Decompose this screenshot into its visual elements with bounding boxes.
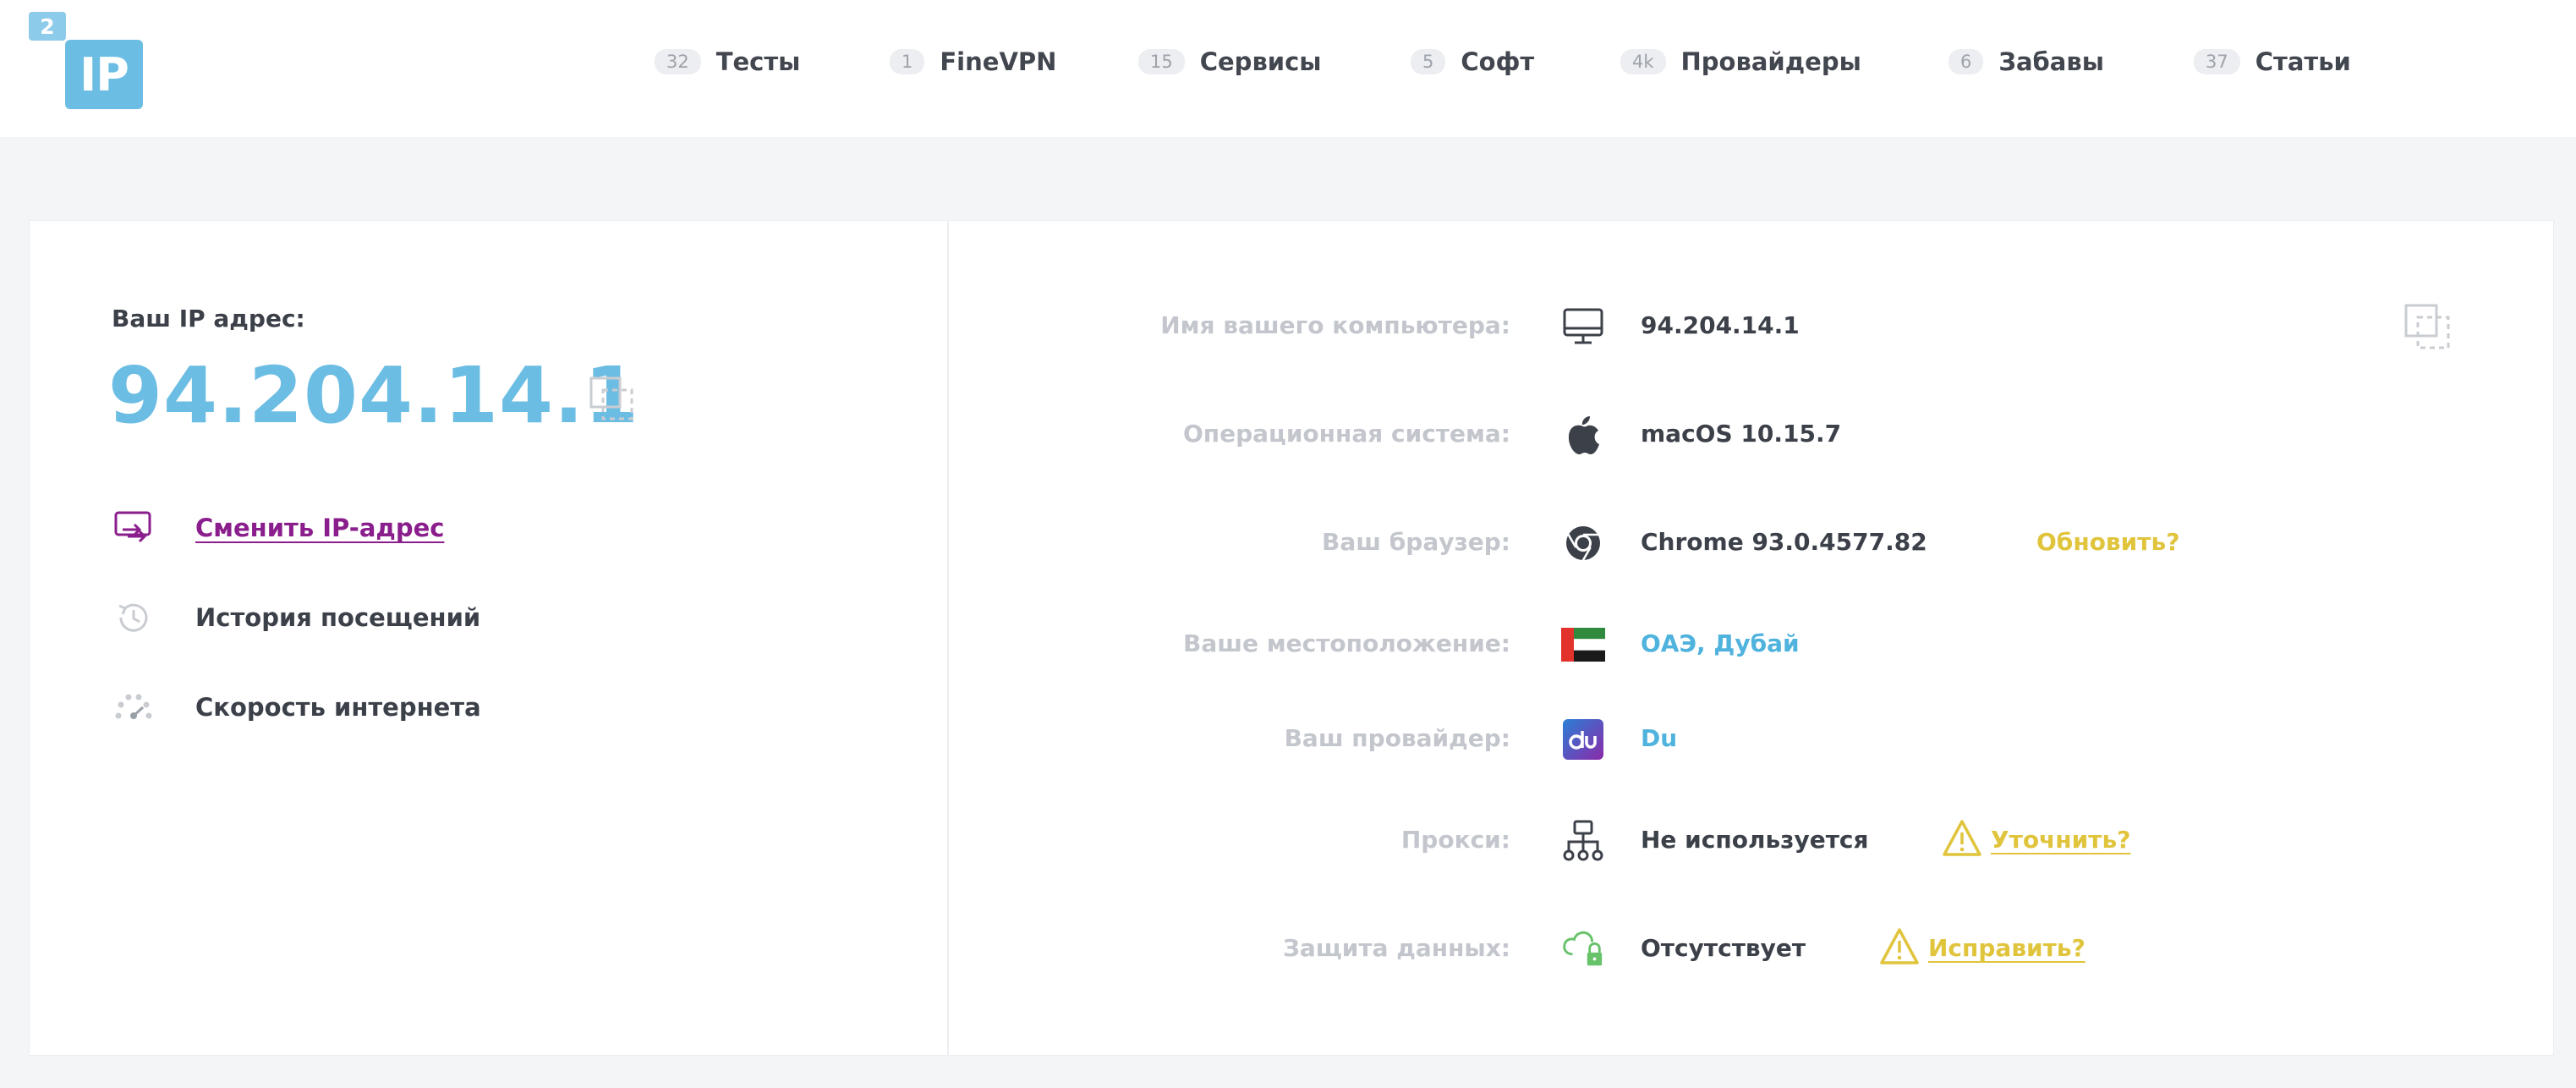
update-browser-link[interactable]: Обновить? — [2036, 528, 2179, 556]
os-value: macOS 10.15.7 — [1641, 420, 1842, 448]
nav-count: 1 — [890, 49, 925, 74]
warning-icon — [1942, 819, 1982, 860]
switch-ip-icon — [112, 506, 156, 550]
proxy-value: Не используется — [1641, 826, 1869, 854]
os-row: Операционная система: macOS 10.15.7 — [949, 409, 2554, 460]
computer-name-row: Имя вашего компьютера: 94.204.14.1 — [949, 301, 2554, 352]
computer-name-label: Имя вашего компьютера: — [1160, 311, 1510, 339]
nav-label: FineVPN — [940, 47, 1057, 76]
browser-value: Chrome 93.0.4577.82 — [1641, 528, 1927, 556]
location-value[interactable]: ОАЭ, Дубай — [1641, 629, 1800, 657]
nav-label: Тесты — [715, 47, 801, 76]
nav-count: 5 — [1411, 49, 1446, 74]
fix-protection-link[interactable]: Исправить? — [1928, 934, 2085, 962]
nav-count: 4k — [1620, 49, 1666, 74]
ip-address-value[interactable]: 94.204.14.1 — [108, 354, 639, 438]
cloud-lock-icon — [1561, 927, 1605, 971]
nav-count: 6 — [1948, 49, 1984, 74]
provider-label: Ваш провайдер: — [1284, 724, 1510, 752]
nav-item-providers[interactable]: 4k Провайдеры — [1620, 47, 1861, 76]
main-nav: 32 Тесты 1 FineVPN 15 Сервисы 5 Софт 4k … — [0, 0, 2576, 137]
nav-count: 37 — [2194, 49, 2240, 74]
provider-row: Ваш провайдер: Du — [949, 714, 2554, 765]
location-row: Ваше местоположение: ОАЭ, Дубай — [949, 619, 2554, 670]
chrome-icon — [1561, 521, 1605, 565]
history-icon — [112, 596, 156, 640]
nav-item-software[interactable]: 5 Софт — [1411, 47, 1534, 76]
provider-value[interactable]: Du — [1641, 724, 1677, 752]
browser-row: Ваш браузер: Chrome 93.0.4577.82 Обновит… — [949, 518, 2554, 569]
os-label: Операционная система: — [1182, 420, 1510, 448]
nav-item-finevpn[interactable]: 1 FineVPN — [890, 47, 1056, 76]
nav-item-articles[interactable]: 37 Статьи — [2194, 47, 2351, 76]
location-label: Ваше местоположение: — [1183, 629, 1510, 657]
warning-icon — [1879, 927, 1920, 968]
computer-name-value: 94.204.14.1 — [1641, 311, 1800, 339]
data-protection-label: Защита данных: — [1282, 934, 1510, 962]
nav-label: Сервисы — [1199, 47, 1322, 76]
nav-count: 32 — [655, 49, 701, 74]
du-logo-icon — [1561, 717, 1605, 761]
monitor-icon — [1561, 305, 1605, 349]
change-ip-action[interactable]: Сменить IP-адрес — [112, 503, 444, 553]
uae-flag-icon — [1561, 623, 1605, 667]
speed-link[interactable]: Скорость интернета — [195, 693, 481, 722]
nav-label: Статьи — [2255, 47, 2351, 76]
data-protection-row: Защита данных: Отсутствует Исправить? — [949, 924, 2554, 975]
nav-item-fun[interactable]: 6 Забавы — [1948, 47, 2104, 76]
nav-label: Забавы — [1998, 47, 2104, 76]
nav-label: Провайдеры — [1680, 47, 1861, 76]
nav-item-tests[interactable]: 32 Тесты — [655, 47, 800, 76]
history-action[interactable]: История посещений — [112, 592, 480, 643]
copy-icon[interactable] — [589, 376, 634, 421]
apple-icon — [1561, 413, 1605, 457]
proxy-label: Прокси: — [1400, 826, 1510, 854]
network-icon — [1561, 819, 1605, 863]
speedometer-icon — [112, 685, 156, 729]
history-link[interactable]: История посещений — [195, 603, 480, 632]
proxy-row: Прокси: Не используется Уточнить? — [949, 816, 2554, 866]
clarify-proxy-link[interactable]: Уточнить? — [1991, 826, 2130, 854]
speed-action[interactable]: Скорость интернета — [112, 682, 481, 733]
ip-address-label: Ваш IP адрес: — [112, 305, 305, 332]
nav-count: 15 — [1138, 49, 1185, 74]
data-protection-value: Отсутствует — [1641, 934, 1806, 962]
nav-label: Софт — [1461, 47, 1535, 76]
nav-item-services[interactable]: 15 Сервисы — [1138, 47, 1322, 76]
browser-label: Ваш браузер: — [1322, 528, 1510, 556]
site-header: 2 IP 32 Тесты 1 FineVPN 15 Сервисы 5 Соф… — [0, 0, 2576, 137]
change-ip-link[interactable]: Сменить IP-адрес — [195, 514, 444, 542]
